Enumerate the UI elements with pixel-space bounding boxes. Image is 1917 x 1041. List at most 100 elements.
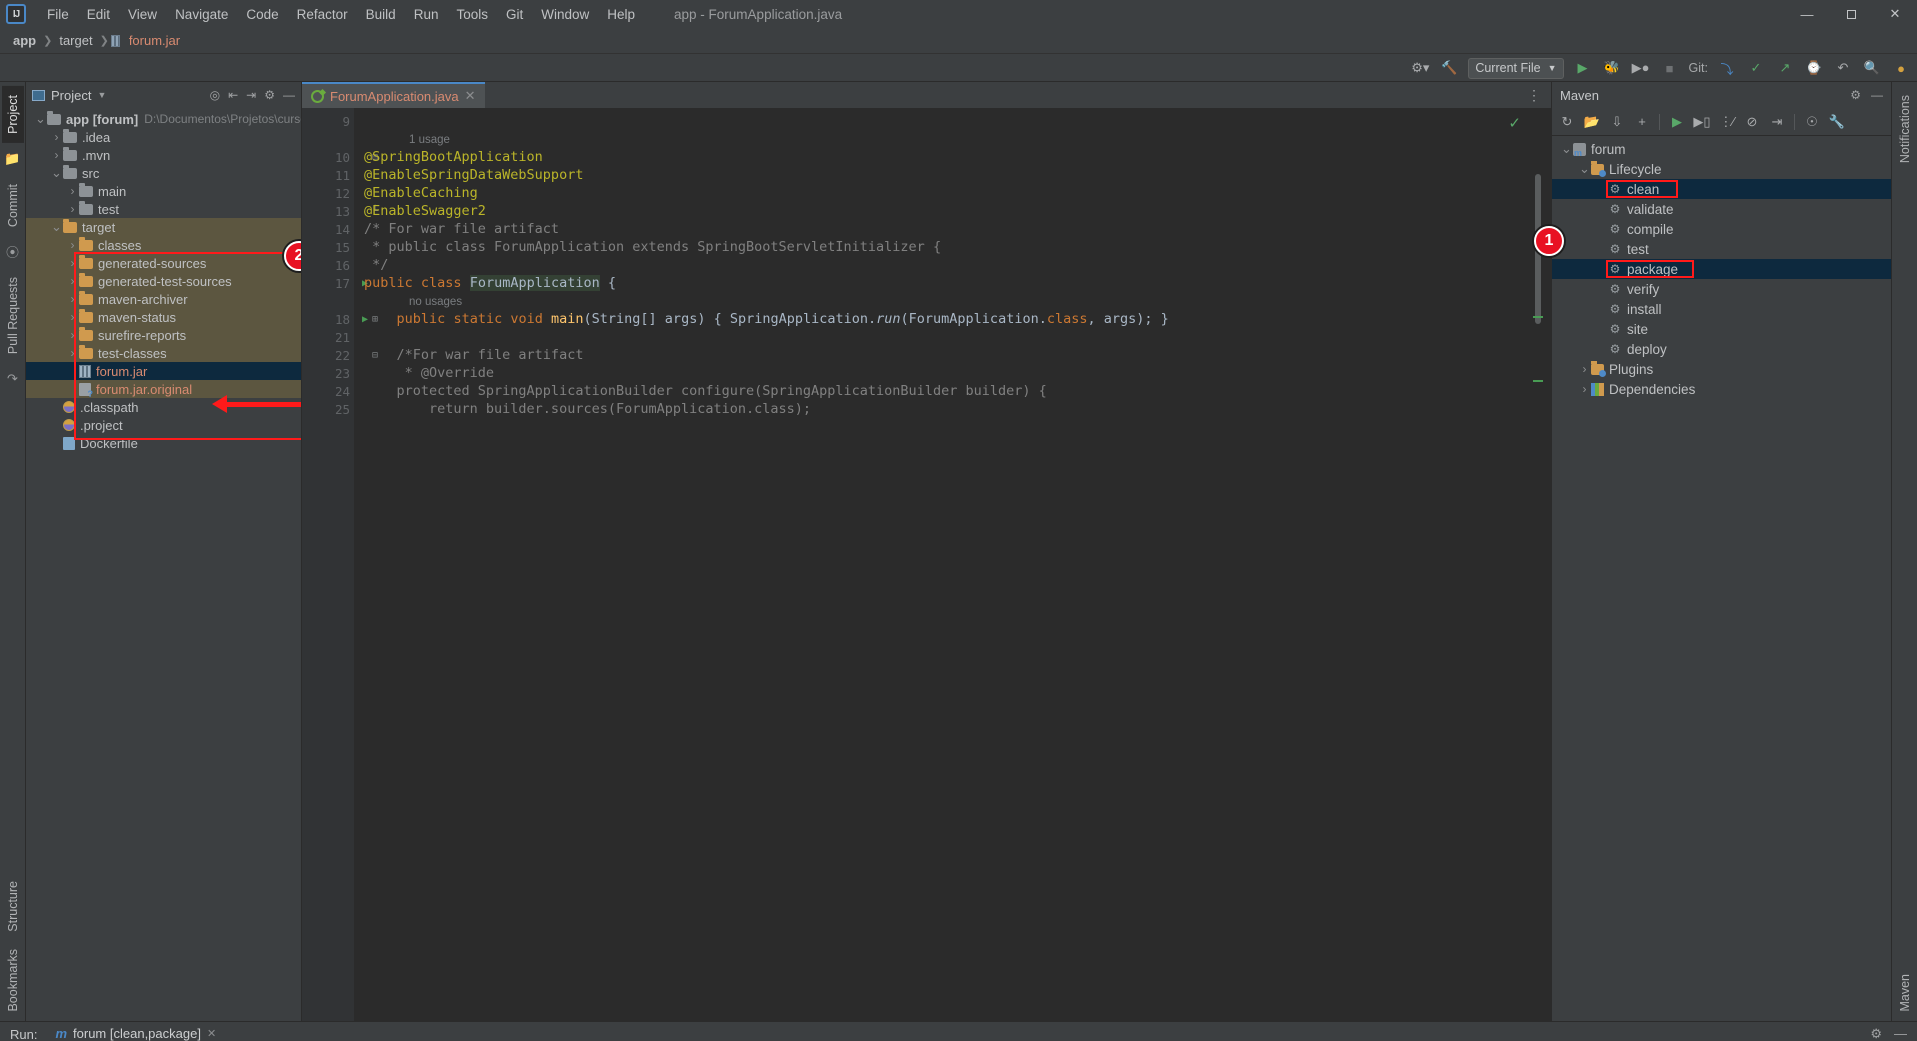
git-update-icon[interactable]: ⤵ [1717,58,1737,78]
collapse-all-icon[interactable]: ⇥ [246,88,256,102]
chevron-down-icon[interactable]: ⌄ [50,219,63,235]
breadcrumb-app[interactable]: app [8,31,41,50]
breadcrumb-forum-jar[interactable]: forum.jar [124,31,185,50]
coverage-icon[interactable]: ▶● [1631,58,1651,78]
run-icon[interactable]: ▶ [1573,58,1593,78]
git-push-icon[interactable]: ↗ [1775,58,1795,78]
tree-node-generated-test-sources[interactable]: › generated-test-sources [26,272,301,290]
tree-node-maven-archiver[interactable]: › maven-archiver [26,290,301,308]
tree-node--mvn[interactable]: › .mvn [26,146,301,164]
editor-gutter[interactable]: 9 10 ⊟ 11 12 13 └ 14 15 16 17 ▶ 18 ▶ ⊞ 21 22 ⊟ 23 24 25 [302,108,378,1021]
close-button[interactable]: ✕ [1873,0,1917,28]
tree-node--project[interactable]: .project [26,416,301,434]
breadcrumb-target[interactable]: target [54,31,97,50]
tree-node-forum-jar[interactable]: forum.jar [26,362,301,380]
tool-tab-commit[interactable]: Commit [2,175,24,236]
code-editor[interactable]: 9 10 ⊟ 11 12 13 └ 14 15 16 17 ▶ 18 ▶ ⊞ 21 22 ⊟ 23 24 25 1 us… [302,108,1551,1021]
chevron-right-icon[interactable]: › [66,184,79,198]
wrench-icon[interactable]: 🔧 [1826,111,1848,133]
tree-node-generated-sources[interactable]: › generated-sources [26,254,301,272]
menu-edit[interactable]: Edit [78,4,119,25]
tree-node-src[interactable]: ⌄ src [26,164,301,182]
chevron-right-icon[interactable]: › [66,256,79,270]
menu-tools[interactable]: Tools [447,4,497,25]
maven-node-verify[interactable]: ⚙ verify [1552,279,1891,299]
search-icon[interactable]: 🔍 [1862,58,1882,78]
hammer-build-icon[interactable]: 🔨 [1439,58,1459,78]
close-icon[interactable]: ✕ [207,1027,216,1040]
collapse-all-icon[interactable]: ⇥ [1766,111,1788,133]
settings-icon[interactable]: ⚙ [1850,88,1861,102]
chevron-right-icon[interactable]: › [50,148,63,162]
chevron-right-icon[interactable]: › [66,292,79,306]
reload-icon[interactable]: ↻ [1556,111,1578,133]
maven-tree[interactable]: ⌄forum⌄Lifecycle⚙clean⚙validate⚙compile⚙… [1534,136,1891,1021]
settings-icon[interactable]: ⚙ [264,88,275,102]
minimize-icon[interactable]: — [1894,1026,1907,1041]
minimize-icon[interactable]: — [283,88,295,102]
maximize-button[interactable] [1829,0,1873,28]
tree-node-maven-status[interactable]: › maven-status [26,308,301,326]
undo-icon[interactable]: ↶ [1833,58,1853,78]
tree-node-target[interactable]: ⌄ target [26,218,301,236]
chevron-right-icon[interactable]: › [1578,362,1591,376]
tool-tab-bookmarks[interactable]: Bookmarks [2,940,24,1021]
chevron-down-icon[interactable]: ⌄ [34,111,47,127]
close-icon[interactable]: ✕ [465,88,476,104]
tool-tab-maven[interactable]: Maven [1894,965,1916,1021]
settings-icon[interactable]: ⚙ [1870,1026,1882,1041]
stop-icon[interactable]: ■ [1660,58,1680,78]
account-icon[interactable]: ● [1891,58,1911,78]
maven-node-test[interactable]: ⚙ test [1552,239,1891,259]
plus-icon[interactable]: + [1631,111,1653,133]
maven-node-site[interactable]: ⚙ site [1552,319,1891,339]
menu-window[interactable]: Window [532,4,598,25]
minimize-button[interactable]: — [1785,0,1829,28]
chevron-right-icon[interactable]: › [66,328,79,342]
tree-node-surefire-reports[interactable]: › surefire-reports [26,326,301,344]
offline-mode-icon[interactable]: ⊘ [1741,111,1763,133]
tree-node-app-forum-[interactable]: ⌄ app [forum] D:\Documentos\Projetos\curso… [26,110,301,128]
menu-help[interactable]: Help [598,4,644,25]
menu-git[interactable]: Git [497,4,532,25]
tree-node-main[interactable]: › main [26,182,301,200]
chevron-right-icon[interactable]: › [50,130,63,144]
chevron-down-icon[interactable]: ⌄ [1560,141,1573,157]
profiler-icon[interactable]: ☉ [1801,111,1823,133]
maven-node-forum[interactable]: ⌄ forum [1552,139,1891,159]
run-icon[interactable]: ▶ [1666,111,1688,133]
tree-node-dockerfile[interactable]: Dockerfile [26,434,301,452]
chevron-right-icon[interactable]: › [66,238,79,252]
maven-node-deploy[interactable]: ⚙ deploy [1552,339,1891,359]
locate-icon[interactable]: ◎ [210,88,220,102]
maven-node-plugins[interactable]: › Plugins [1552,359,1891,379]
maven-node-dependencies[interactable]: › Dependencies [1552,379,1891,399]
tree-node-forum-jar-original[interactable]: forum.jar.original [26,380,301,399]
skip-tests-icon[interactable]: ⋮⁄ [1716,111,1738,133]
tool-tab-structure[interactable]: Structure [2,872,24,941]
menu-file[interactable]: File [38,4,78,25]
tool-tab-project[interactable]: Project [1,86,24,143]
menu-build[interactable]: Build [357,4,405,25]
expand-all-icon[interactable]: ⇤ [228,88,238,102]
editor-options-icon[interactable]: ⋮ [1517,82,1551,108]
debug-icon[interactable]: 🐝 [1602,58,1622,78]
tree-node--classpath[interactable]: .classpath [26,398,301,416]
maven-node-package[interactable]: ⚙ package [1552,259,1891,279]
run-configuration-icon[interactable]: ▶▯ [1691,111,1713,133]
menu-run[interactable]: Run [405,4,448,25]
settings-sync-icon[interactable]: ⚙▾ [1410,58,1430,78]
editor-tab-forumapplication[interactable]: ForumApplication.java ✕ [302,82,485,108]
menu-refactor[interactable]: Refactor [288,4,357,25]
tool-tab-pull-requests[interactable]: Pull Requests [2,268,24,363]
chevron-down-icon[interactable]: ⌄ [50,165,63,181]
tree-node--idea[interactable]: › .idea [26,128,301,146]
run-configuration-selector[interactable]: Current File ▼ [1468,57,1564,79]
chevron-right-icon[interactable]: › [66,346,79,360]
code-hint[interactable]: 1 usage [364,130,1551,148]
maven-node-lifecycle[interactable]: ⌄ Lifecycle [1552,159,1891,179]
chevron-right-icon[interactable]: › [66,274,79,288]
maven-node-validate[interactable]: ⚙ validate [1552,199,1891,219]
tree-node-test[interactable]: › test [26,200,301,218]
chevron-right-icon[interactable]: › [1578,382,1591,396]
